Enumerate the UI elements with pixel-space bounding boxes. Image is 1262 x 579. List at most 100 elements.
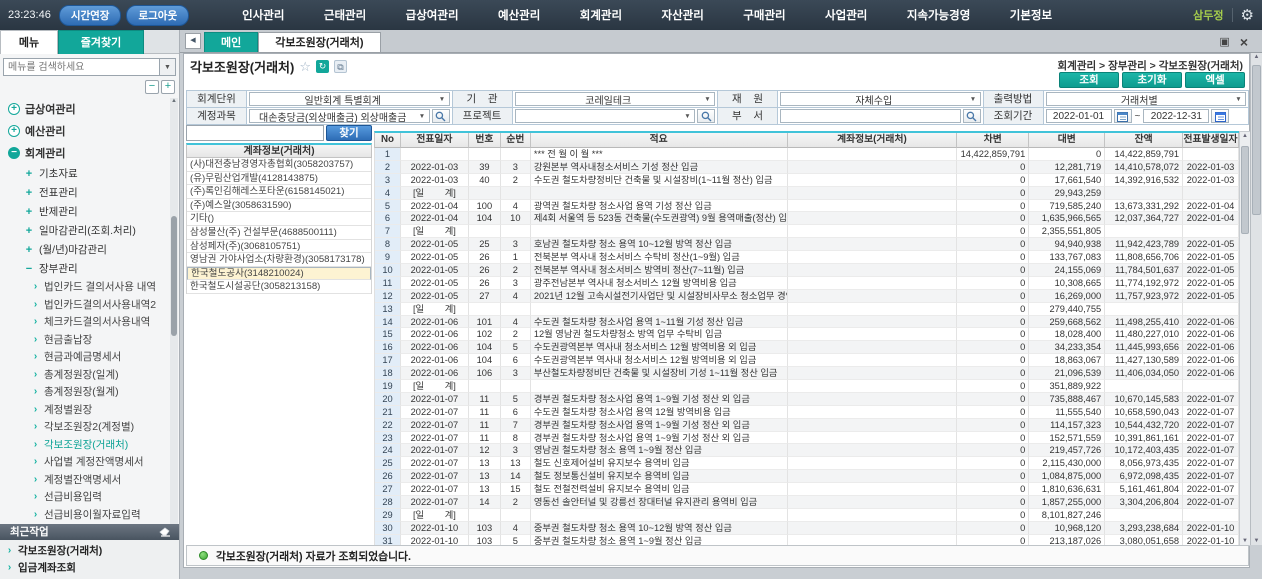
sidebar-tree-item[interactable]: ›법인카드 결의서사용 내역 <box>0 278 170 296</box>
table-row[interactable]: 272022-01-071315철도 전철전력설비 유지보수 용역비 입금01,… <box>374 483 1239 496</box>
topbar-menu-item[interactable]: 기본정보 <box>1010 7 1052 23</box>
table-row[interactable]: 282022-01-07142영동선 솔안터널 및 강릉선 장대터널 유지관리 … <box>374 496 1239 509</box>
column-header[interactable]: 대변 <box>1029 133 1105 148</box>
table-row[interactable]: 152022-01-06102212월 영남권 철도차량청소 방역 업무 수탁비… <box>374 328 1239 341</box>
vendor-list-header[interactable]: 계좌정보(거래처) <box>186 143 372 158</box>
sidebar-tree-item[interactable]: +기초자료 <box>0 164 170 183</box>
department-input[interactable] <box>780 109 961 123</box>
column-header[interactable]: No <box>375 133 401 148</box>
sidebar-tree-item[interactable]: ›체크카드결의서사용내역 <box>0 313 170 331</box>
column-header[interactable]: 잔액 <box>1105 133 1183 148</box>
output-method-select[interactable]: 거래처별 ▼ <box>1046 92 1247 106</box>
vendor-item[interactable]: (주)록인김해레스포타운(6158145021) <box>187 185 371 199</box>
accounting-unit-select[interactable]: 일반회계 특별회계 ▼ <box>249 92 450 106</box>
recent-item[interactable]: ›각보조원장(거래처) <box>0 543 179 557</box>
vendor-item[interactable]: 삼성페자(주)(3068105751) <box>187 240 371 254</box>
restore-icon[interactable]: ▣ <box>1219 36 1229 48</box>
table-row[interactable]: 242022-01-07123영남권 철도차량 청소 용역 1~9월 정산 입금… <box>374 444 1239 457</box>
table-row[interactable]: 142022-01-061014수도권 철도차량 청소사업 용역 1~11월 기… <box>374 316 1239 329</box>
tab-menu[interactable]: 메뉴 <box>0 30 58 54</box>
calendar-from-button[interactable] <box>1114 109 1132 123</box>
column-header[interactable]: 번호 <box>469 133 501 148</box>
chevron-down-icon[interactable]: ▼ <box>159 59 175 75</box>
expand-icon[interactable]: + <box>8 125 20 137</box>
topbar-menu-item[interactable]: 급상여관리 <box>406 7 459 23</box>
expand-icon[interactable]: + <box>8 103 20 115</box>
sidebar-tree-item[interactable]: ›각보조원장2(계정별) <box>0 418 170 436</box>
organization-select[interactable]: 코레일테크 ▼ <box>515 92 716 106</box>
account-lookup-button[interactable] <box>432 109 450 123</box>
table-row[interactable]: 4[일 계]029,943,259 <box>374 187 1239 200</box>
scroll-down-icon[interactable]: ▼ <box>1240 538 1250 544</box>
table-row[interactable]: 302022-01-101034중부권 철도차량 청소 용역 10~12월 방역… <box>374 522 1239 535</box>
sidebar-tree-item[interactable]: +예산관리 <box>0 120 170 142</box>
fund-source-select[interactable]: 자체수입 ▼ <box>780 92 981 106</box>
expand-icon[interactable]: + <box>24 225 34 237</box>
sidebar-tree-item[interactable]: ›현금출납장 <box>0 331 170 349</box>
table-row[interactable]: 182022-01-061063부산철도차량정비단 건축물 및 시설장비 기성 … <box>374 367 1239 380</box>
period-from-input[interactable] <box>1046 109 1112 123</box>
scroll-up-icon[interactable]: ▲ <box>170 98 178 104</box>
table-row[interactable]: 222022-01-07117경부권 철도차량 청소사업 용역 1~9월 기성 … <box>374 419 1239 432</box>
table-row[interactable]: 22022-01-03393강원본부 역사내청소서비스 기성 정산 입금012,… <box>374 161 1239 174</box>
table-row[interactable]: 172022-01-061046수도권광역본부 역사내 청소서비스 12월 방역… <box>374 354 1239 367</box>
eraser-icon[interactable] <box>159 527 171 537</box>
table-row[interactable]: 122022-01-052742021년 12월 고속시설전기사업단 및 시설장… <box>374 290 1239 303</box>
scrollbar-thumb[interactable] <box>171 216 177 336</box>
column-header[interactable]: 차변 <box>957 133 1029 148</box>
period-to-input[interactable] <box>1143 109 1209 123</box>
menu-search-input[interactable] <box>4 59 159 75</box>
column-header[interactable]: 순번 <box>501 133 531 148</box>
logout-button[interactable]: 로그아웃 <box>126 5 189 26</box>
table-row[interactable]: 102022-01-05262전북본부 역사내 청소서비스 방역비 정산(7~1… <box>374 264 1239 277</box>
column-header[interactable]: 적요 <box>531 133 788 148</box>
table-row[interactable]: 29[일 계]08,101,827,246 <box>374 509 1239 522</box>
topbar-menu-item[interactable]: 예산관리 <box>498 7 540 23</box>
topbar-menu-item[interactable]: 근태관리 <box>324 7 366 23</box>
table-row[interactable]: 92022-01-05261전북본부 역사내 청소서비스 수탁비 정산(1~9월… <box>374 251 1239 264</box>
table-row[interactable]: 32022-01-03402수도권 철도차량정비단 건축물 및 시설장비(1~1… <box>374 174 1239 187</box>
reset-button[interactable]: 초기화 <box>1122 72 1182 88</box>
vendor-item[interactable]: 기타() <box>187 212 371 226</box>
topbar-menu-item[interactable]: 자산관리 <box>662 7 704 23</box>
table-row[interactable]: 13[일 계]0279,440,755 <box>374 303 1239 316</box>
project-lookup-button[interactable] <box>697 109 715 123</box>
expand-icon[interactable]: + <box>24 244 34 256</box>
gear-icon[interactable]: ⚙ <box>1241 6 1254 24</box>
sidebar-tree-item[interactable]: −장부관리 <box>0 259 170 278</box>
sidebar-tree-item[interactable]: ›선급비용입력 <box>0 488 170 506</box>
sidebar-tree-item[interactable]: +(월/년)마감관리 <box>0 240 170 259</box>
expand-icon[interactable]: + <box>24 206 34 218</box>
vendor-item[interactable]: (사)대전충남경영자총협회(3058203757) <box>187 158 371 172</box>
excel-button[interactable]: 엑셀 <box>1185 72 1245 88</box>
collapse-icon[interactable]: − <box>8 147 20 159</box>
new-window-icon[interactable]: ⧉ <box>334 60 347 73</box>
expand-icon[interactable]: + <box>24 168 34 180</box>
topbar-menu-item[interactable]: 사업관리 <box>825 7 867 23</box>
topbar-menu-item[interactable]: 인사관리 <box>242 7 284 23</box>
topbar-menu-item[interactable]: 지속가능경영 <box>907 7 970 23</box>
table-row[interactable]: 62022-01-0410410제4회 서울역 등 523동 건축물(수도권광역… <box>374 212 1239 225</box>
scroll-up-icon[interactable]: ▲ <box>1240 133 1250 139</box>
vendor-search-input[interactable] <box>186 125 324 141</box>
sidebar-tree-item[interactable]: +일마감관리(조회.처리) <box>0 221 170 240</box>
topbar-menu-item[interactable]: 구매관리 <box>743 7 785 23</box>
table-row[interactable]: 162022-01-061045수도권광역본부 역사내 청소서비스 12월 방역… <box>374 341 1239 354</box>
table-row[interactable]: 7[일 계]02,355,551,805 <box>374 225 1239 238</box>
sidebar-tree-item[interactable]: ›총계정원장(월계) <box>0 383 170 401</box>
table-row[interactable]: 232022-01-07118경부권 철도차량 청소사업 용역 1~9월 기성 … <box>374 432 1239 445</box>
table-row[interactable]: 112022-01-05263광주전남본부 역사내 청소서비스 12월 방역비용… <box>374 277 1239 290</box>
vendor-item[interactable]: 영남권 가야사업소(차량환경)(3058173178) <box>187 253 371 267</box>
table-row[interactable]: 212022-01-07116수도권 철도차량 청소사업 용역 12월 방역비용… <box>374 406 1239 419</box>
recent-item[interactable]: ›입금계좌조회 <box>0 560 179 574</box>
vendor-item[interactable]: 한국철도시설공단(3058213158) <box>187 280 371 294</box>
refresh-icon[interactable]: ↻ <box>316 60 329 73</box>
extend-session-button[interactable]: 시간연장 <box>59 5 122 26</box>
vendor-item[interactable]: 삼성물산(주) 건설부문(4688500111) <box>187 226 371 240</box>
page-scrollbar[interactable]: ▲ ▼ <box>1250 53 1262 545</box>
tab-scroll-left-button[interactable]: ◀ <box>185 33 201 49</box>
expand-icon[interactable]: + <box>24 187 34 199</box>
sidebar-tree-item[interactable]: ›계정별잔액명세서 <box>0 471 170 489</box>
tab-main[interactable]: 메인 <box>204 32 258 52</box>
vendor-item[interactable]: 한국철도공사(3148210024) <box>187 267 371 281</box>
